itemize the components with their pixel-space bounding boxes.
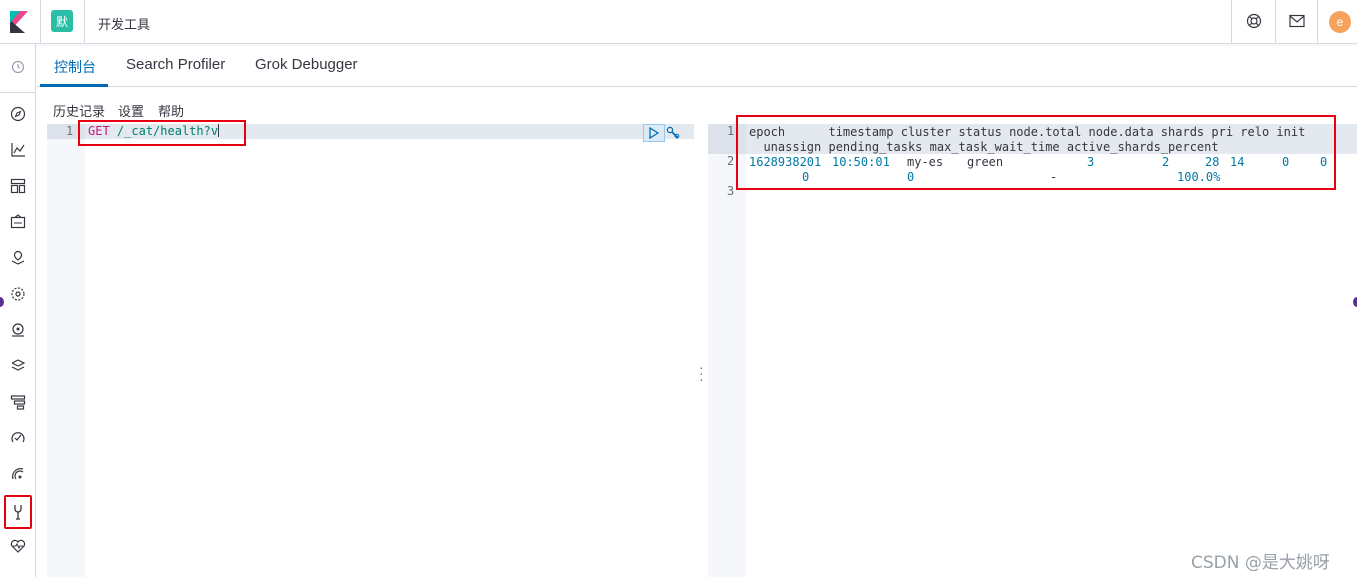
tab-search-profiler[interactable]: Search Profiler [126, 56, 225, 73]
header-divider [1317, 0, 1318, 44]
response-highlight-box [736, 115, 1336, 190]
request-highlight-box [78, 120, 246, 146]
top-header: 默 开发工具 e [0, 0, 1357, 44]
infrastructure-icon[interactable] [9, 321, 27, 339]
mail-icon[interactable] [1288, 12, 1306, 30]
machine-learning-icon[interactable] [9, 285, 27, 303]
recently-viewed-clock-icon[interactable] [9, 58, 27, 76]
tab-grok-debugger[interactable]: Grok Debugger [255, 56, 358, 73]
breadcrumb: 开发工具 [98, 18, 151, 33]
send-request-button[interactable] [643, 124, 665, 142]
maps-icon[interactable] [9, 249, 27, 267]
line-number: 3 [727, 184, 735, 198]
kibana-logo-icon[interactable] [8, 11, 28, 33]
panel-edge-handle [0, 297, 4, 307]
line-number: 2 [727, 154, 735, 168]
dev-tools-highlight-box [4, 495, 32, 529]
header-divider [84, 0, 85, 44]
request-actions-wrench-icon[interactable] [665, 125, 681, 141]
header-divider [1275, 0, 1276, 44]
line-number: 1 [66, 124, 74, 138]
pane-resizer[interactable] [694, 124, 708, 577]
panel-edge-handle [1353, 297, 1357, 307]
side-nav-divider [0, 92, 36, 93]
resizer-handle-icon[interactable]: · · · [699, 360, 704, 386]
request-gutter [47, 124, 85, 577]
visualize-chart-icon[interactable] [9, 141, 27, 159]
watermark: CSDN @是大姚呀 [1191, 553, 1330, 573]
apm-icon[interactable] [9, 393, 27, 411]
menu-help[interactable]: 帮助 [158, 101, 184, 120]
header-divider [1231, 0, 1232, 44]
logs-icon[interactable] [9, 357, 27, 375]
siem-icon[interactable] [9, 465, 27, 483]
canvas-icon[interactable] [9, 213, 27, 231]
space-avatar[interactable]: 默 [51, 10, 73, 32]
discover-compass-icon[interactable] [9, 105, 27, 123]
uptime-icon[interactable] [9, 429, 27, 447]
active-tab-indicator [40, 84, 108, 87]
menu-history[interactable]: 历史记录 [53, 101, 105, 120]
menu-settings[interactable]: 设置 [118, 101, 144, 120]
request-editor[interactable]: 1 GET /_cat/health?v [47, 124, 694, 577]
side-nav [0, 44, 36, 577]
dev-tools-tabs: 控制台 Search Profiler Grok Debugger [37, 44, 1357, 87]
stack-monitoring-heartbeat-icon[interactable] [9, 537, 27, 555]
tab-console[interactable]: 控制台 [54, 57, 96, 77]
help-lifebuoy-icon[interactable] [1245, 12, 1263, 30]
user-avatar[interactable]: e [1329, 11, 1351, 33]
line-number: 1 [727, 124, 735, 138]
play-icon [649, 127, 659, 139]
response-output[interactable]: 1 2 3 epoch timestamp cluster status nod… [708, 124, 1357, 577]
dashboard-icon[interactable] [9, 177, 27, 195]
header-divider [40, 0, 41, 44]
